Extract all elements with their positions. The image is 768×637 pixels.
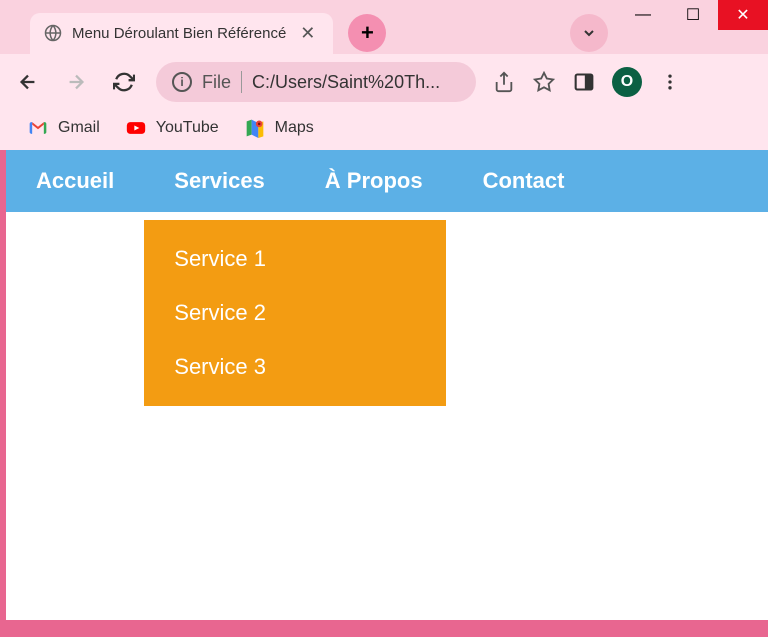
- bookmark-label: Maps: [275, 119, 314, 137]
- arrow-right-icon: [65, 71, 87, 93]
- url-scheme: File: [202, 72, 231, 93]
- bookmarks-bar: Gmail YouTube Maps: [0, 110, 768, 150]
- profile-letter: O: [621, 73, 633, 91]
- info-icon[interactable]: i: [172, 72, 192, 92]
- side-panel-button[interactable]: [572, 70, 596, 94]
- bookmark-label: YouTube: [156, 119, 219, 137]
- browser-tab[interactable]: Menu Déroulant Bien Référencé ✕: [30, 13, 333, 54]
- tab-title: Menu Déroulant Bien Référencé: [72, 25, 286, 42]
- address-bar-row: i File C:/Users/Saint%20Th... O: [0, 54, 768, 110]
- nav-item-services[interactable]: Services Service 1 Service 2 Service 3: [144, 168, 295, 194]
- nav-item-a-propos[interactable]: À Propos: [295, 168, 453, 194]
- globe-icon: [44, 24, 62, 42]
- youtube-icon: [126, 118, 146, 138]
- page-viewport: Accueil Services Service 1 Service 2 Ser…: [6, 150, 768, 620]
- nav-label: Services: [174, 168, 265, 193]
- share-button[interactable]: [492, 70, 516, 94]
- reload-button[interactable]: [108, 66, 140, 98]
- url-path: C:/Users/Saint%20Th...: [252, 72, 440, 93]
- forward-button[interactable]: [60, 66, 92, 98]
- share-icon: [493, 71, 515, 93]
- menu-button[interactable]: [658, 70, 682, 94]
- panel-icon: [574, 72, 594, 92]
- reload-icon: [113, 71, 135, 93]
- dropdown-item-service-1[interactable]: Service 1: [144, 232, 446, 286]
- dots-vertical-icon: [660, 72, 680, 92]
- maps-icon: [245, 118, 265, 138]
- services-dropdown: Service 1 Service 2 Service 3: [144, 220, 446, 406]
- minimize-button[interactable]: —: [618, 0, 668, 30]
- bookmark-button[interactable]: [532, 70, 556, 94]
- new-tab-button[interactable]: +: [348, 14, 386, 52]
- nav-label: À Propos: [325, 168, 423, 193]
- maximize-button[interactable]: ☐: [668, 0, 718, 30]
- back-button[interactable]: [12, 66, 44, 98]
- divider: [241, 71, 242, 93]
- gmail-icon: [28, 118, 48, 138]
- nav-label: Accueil: [36, 168, 114, 193]
- arrow-left-icon: [17, 71, 39, 93]
- dropdown-item-service-2[interactable]: Service 2: [144, 286, 446, 340]
- close-tab-icon[interactable]: ✕: [296, 23, 319, 44]
- profile-button[interactable]: O: [612, 67, 642, 97]
- nav-item-accueil[interactable]: Accueil: [6, 168, 144, 194]
- main-nav: Accueil Services Service 1 Service 2 Ser…: [6, 150, 768, 212]
- dropdown-item-service-3[interactable]: Service 3: [144, 340, 446, 394]
- nav-item-contact[interactable]: Contact: [453, 168, 595, 194]
- address-bar[interactable]: i File C:/Users/Saint%20Th...: [156, 62, 476, 102]
- plus-icon: +: [361, 20, 374, 46]
- bookmark-label: Gmail: [58, 119, 100, 137]
- nav-label: Contact: [483, 168, 565, 193]
- chevron-down-icon: [581, 25, 597, 41]
- bookmark-gmail[interactable]: Gmail: [28, 118, 100, 138]
- bookmark-maps[interactable]: Maps: [245, 118, 314, 138]
- bookmark-youtube[interactable]: YouTube: [126, 118, 219, 138]
- window-controls: — ☐ ✕: [618, 0, 768, 30]
- close-window-button[interactable]: ✕: [718, 0, 768, 30]
- star-icon: [533, 71, 555, 93]
- expand-tabs-button[interactable]: [570, 14, 608, 52]
